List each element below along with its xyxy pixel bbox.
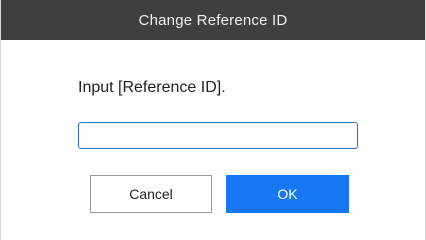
dialog-titlebar: Change Reference ID xyxy=(1,0,425,40)
ok-button[interactable]: OK xyxy=(226,175,349,213)
input-prompt: Input [Reference ID]. xyxy=(78,79,226,96)
ok-button-label: OK xyxy=(277,186,298,202)
dialog-title: Change Reference ID xyxy=(138,11,288,29)
reference-id-input[interactable] xyxy=(78,122,358,149)
cancel-button-label: Cancel xyxy=(129,186,173,202)
change-reference-id-dialog: Change Reference ID Input [Reference ID]… xyxy=(0,0,426,240)
cancel-button[interactable]: Cancel xyxy=(90,175,212,213)
